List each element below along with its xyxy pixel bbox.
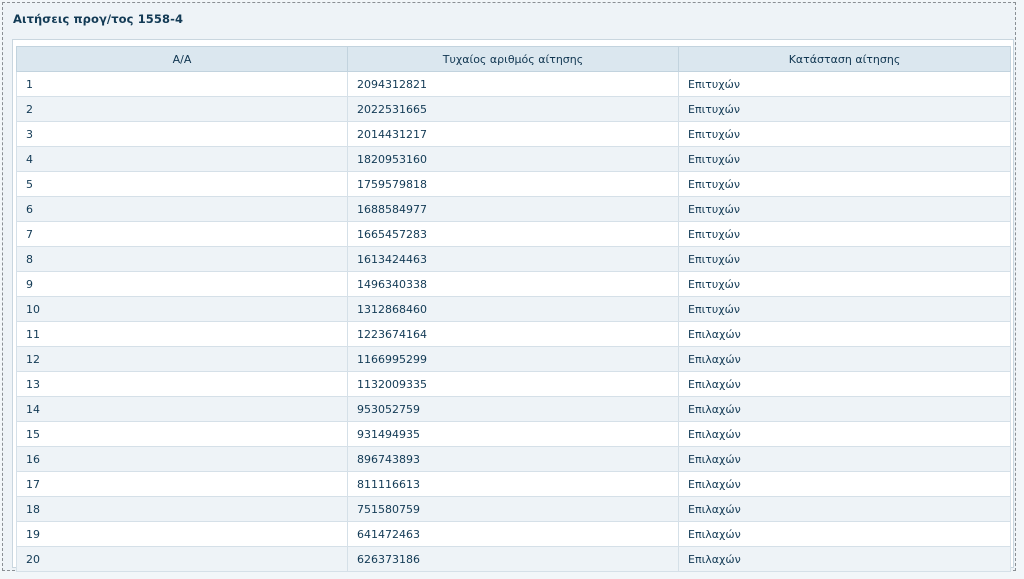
- table-row: 10 1312868460 Επιτυχών: [16, 296, 1011, 322]
- cell-status: Επιλαχών: [678, 546, 1011, 572]
- table-row: 11 1223674164 Επιλαχών: [16, 321, 1011, 347]
- table-row: 19 641472463 Επιλαχών: [16, 521, 1011, 547]
- cell-status: Επιτυχών: [678, 146, 1011, 172]
- applications-panel: Αιτήσεις προγ/τος 1558-4 Α/Α Τυχαίος αρι…: [2, 2, 1016, 572]
- cell-random-number: 896743893: [347, 446, 679, 472]
- table-row: 9 1496340338 Επιτυχών: [16, 271, 1011, 297]
- cell-status: Επιλαχών: [678, 396, 1011, 422]
- cell-status: Επιλαχών: [678, 496, 1011, 522]
- cell-status: Επιλαχών: [678, 446, 1011, 472]
- column-header-status[interactable]: Κατάσταση αίτησης: [678, 46, 1011, 72]
- cell-index: 14: [16, 396, 348, 422]
- cell-status: Επιλαχών: [678, 321, 1011, 347]
- table-header-row: Α/Α Τυχαίος αριθμός αίτησης Κατάσταση αί…: [16, 46, 1011, 72]
- table-row: 20 626373186 Επιλαχών: [16, 546, 1011, 572]
- cell-index: 2: [16, 96, 348, 122]
- table-row: 3 2014431217 Επιτυχών: [16, 121, 1011, 147]
- cell-index: 19: [16, 521, 348, 547]
- table-row: 4 1820953160 Επιτυχών: [16, 146, 1011, 172]
- cell-random-number: 751580759: [347, 496, 679, 522]
- cell-status: Επιτυχών: [678, 121, 1011, 147]
- table-row: 7 1665457283 Επιτυχών: [16, 221, 1011, 247]
- cell-random-number: 1665457283: [347, 221, 679, 247]
- cell-index: 15: [16, 421, 348, 447]
- cell-random-number: 1166995299: [347, 346, 679, 372]
- cell-index: 18: [16, 496, 348, 522]
- cell-random-number: 2014431217: [347, 121, 679, 147]
- cell-index: 4: [16, 146, 348, 172]
- cell-status: Επιλαχών: [678, 371, 1011, 397]
- cell-index: 5: [16, 171, 348, 197]
- cell-status: Επιτυχών: [678, 271, 1011, 297]
- cell-index: 6: [16, 196, 348, 222]
- table-row: 13 1132009335 Επιλαχών: [16, 371, 1011, 397]
- column-header-index[interactable]: Α/Α: [16, 46, 348, 72]
- column-header-random-number[interactable]: Τυχαίος αριθμός αίτησης: [347, 46, 679, 72]
- cell-random-number: 1759579818: [347, 171, 679, 197]
- table-row: 8 1613424463 Επιτυχών: [16, 246, 1011, 272]
- cell-index: 13: [16, 371, 348, 397]
- cell-index: 9: [16, 271, 348, 297]
- cell-status: Επιτυχών: [678, 96, 1011, 122]
- cell-index: 17: [16, 471, 348, 497]
- cell-random-number: 2094312821: [347, 71, 679, 97]
- cell-status: Επιλαχών: [678, 346, 1011, 372]
- table-row: 14 953052759 Επιλαχών: [16, 396, 1011, 422]
- cell-index: 8: [16, 246, 348, 272]
- table-row: 1 2094312821 Επιτυχών: [16, 71, 1011, 97]
- cell-status: Επιλαχών: [678, 421, 1011, 447]
- cell-status: Επιτυχών: [678, 171, 1011, 197]
- applications-table: Α/Α Τυχαίος αριθμός αίτησης Κατάσταση αί…: [16, 46, 1011, 572]
- cell-index: 10: [16, 296, 348, 322]
- cell-index: 7: [16, 221, 348, 247]
- cell-status: Επιτυχών: [678, 246, 1011, 272]
- cell-status: Επιτυχών: [678, 71, 1011, 97]
- table-container: Α/Α Τυχαίος αριθμός αίτησης Κατάσταση αί…: [12, 39, 1014, 572]
- cell-random-number: 1613424463: [347, 246, 679, 272]
- table-row: 17 811116613 Επιλαχών: [16, 471, 1011, 497]
- cell-status: Επιλαχών: [678, 471, 1011, 497]
- cell-index: 1: [16, 71, 348, 97]
- cell-index: 16: [16, 446, 348, 472]
- cell-index: 11: [16, 321, 348, 347]
- cell-random-number: 2022531665: [347, 96, 679, 122]
- table-row: 15 931494935 Επιλαχών: [16, 421, 1011, 447]
- table-row: 5 1759579818 Επιτυχών: [16, 171, 1011, 197]
- cell-status: Επιτυχών: [678, 196, 1011, 222]
- cell-random-number: 1312868460: [347, 296, 679, 322]
- cell-index: 20: [16, 546, 348, 572]
- cell-index: 12: [16, 346, 348, 372]
- cell-random-number: 626373186: [347, 546, 679, 572]
- cell-random-number: 641472463: [347, 521, 679, 547]
- cell-random-number: 1496340338: [347, 271, 679, 297]
- cell-random-number: 1820953160: [347, 146, 679, 172]
- cell-random-number: 1688584977: [347, 196, 679, 222]
- cell-random-number: 953052759: [347, 396, 679, 422]
- table-body: 1 2094312821 Επιτυχών 2 2022531665 Επιτυχών 3 2…: [16, 71, 1011, 572]
- cell-random-number: 931494935: [347, 421, 679, 447]
- table-row: 18 751580759 Επιλαχών: [16, 496, 1011, 522]
- cell-index: 3: [16, 121, 348, 147]
- panel-title: Αιτήσεις προγ/τος 1558-4: [13, 12, 184, 26]
- cell-status: Επιλαχών: [678, 521, 1011, 547]
- cell-status: Επιτυχών: [678, 296, 1011, 322]
- cell-random-number: 1132009335: [347, 371, 679, 397]
- table-row: 16 896743893 Επιλαχών: [16, 446, 1011, 472]
- cell-random-number: 1223674164: [347, 321, 679, 347]
- cell-random-number: 811116613: [347, 471, 679, 497]
- table-row: 6 1688584977 Επιτυχών: [16, 196, 1011, 222]
- cell-status: Επιτυχών: [678, 221, 1011, 247]
- table-row: 2 2022531665 Επιτυχών: [16, 96, 1011, 122]
- table-row: 12 1166995299 Επιλαχών: [16, 346, 1011, 372]
